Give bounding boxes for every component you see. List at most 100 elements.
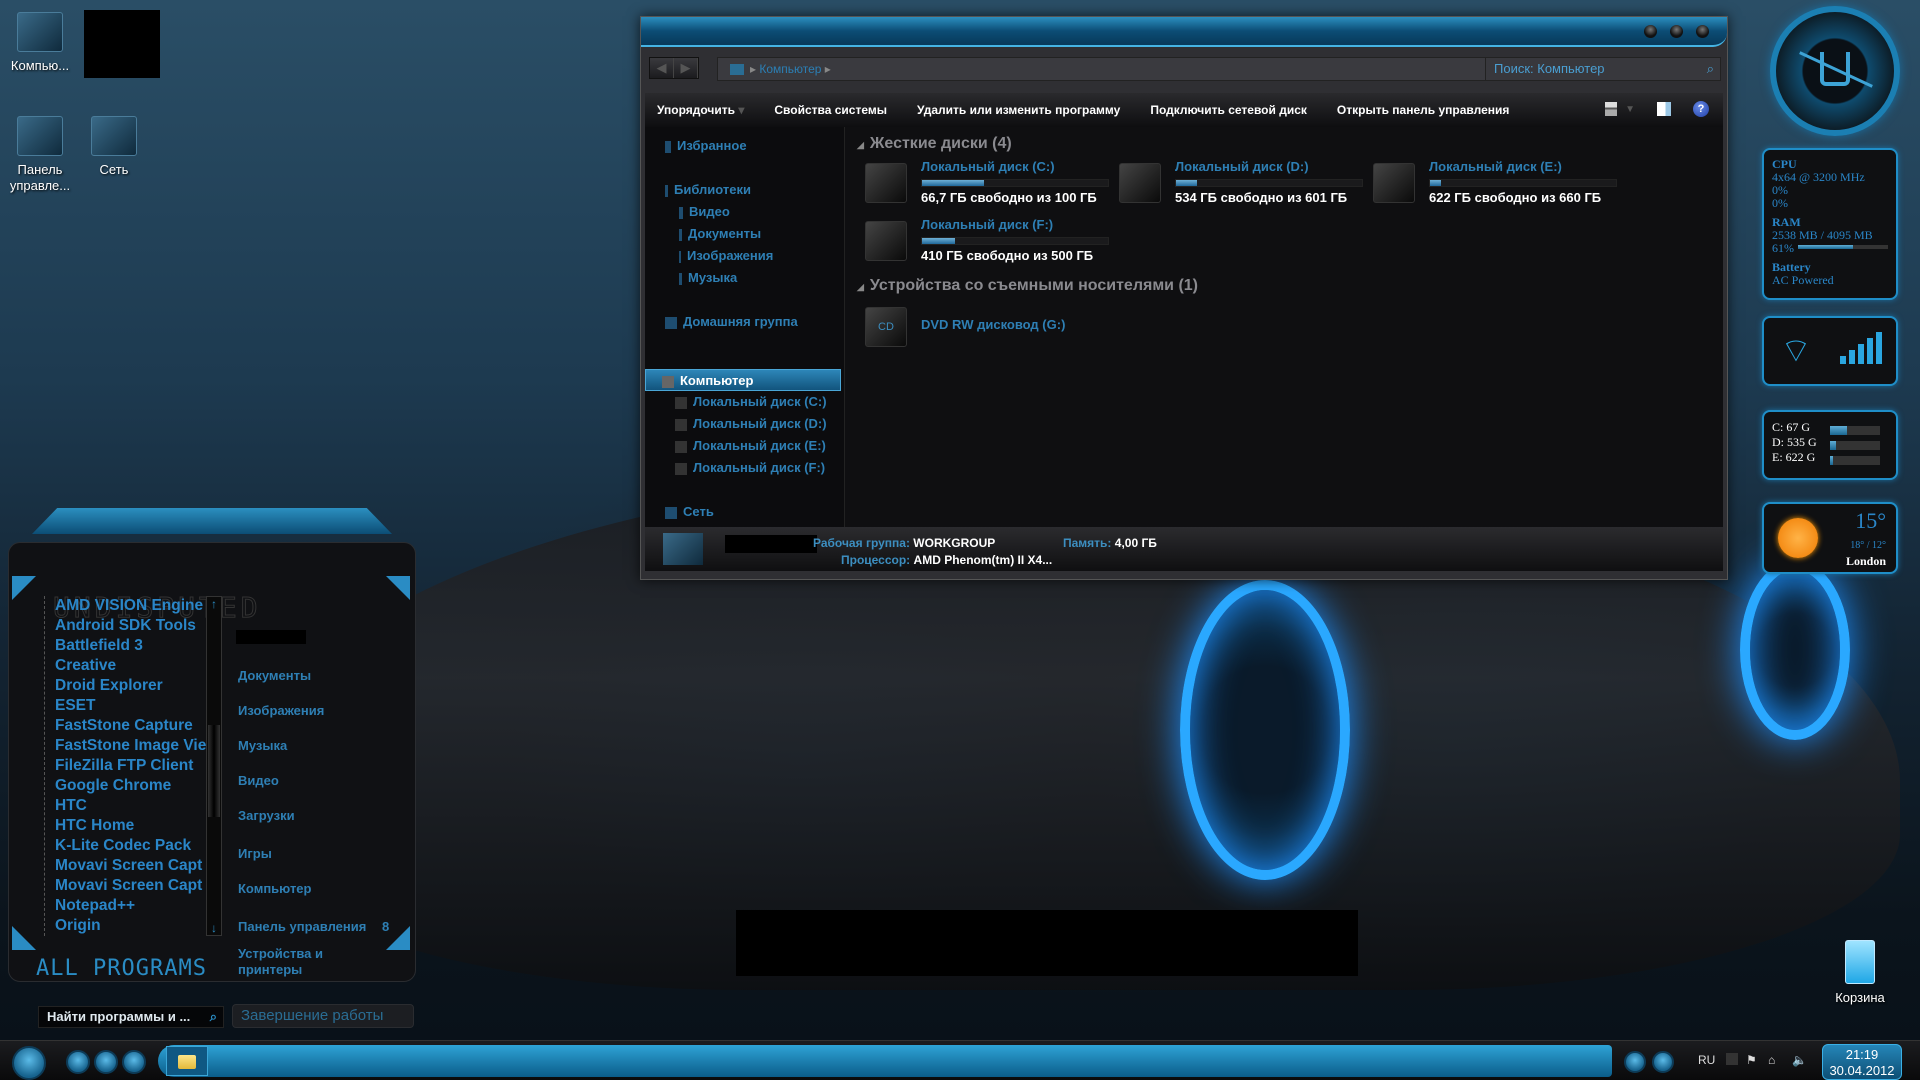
- scrollbar-thumb[interactable]: [208, 725, 220, 817]
- network-tray-icon[interactable]: ⌂: [1768, 1053, 1775, 1067]
- program-list-scrollbar[interactable]: ↑ ↓: [206, 596, 222, 936]
- nav-libraries[interactable]: Библиотеки: [645, 179, 841, 201]
- signal-strength-icon: [1840, 332, 1882, 364]
- desktop-icon-computer[interactable]: Компью...: [0, 12, 80, 73]
- close-button[interactable]: [1696, 25, 1709, 38]
- link-control-panel[interactable]: Панель управления 8: [238, 919, 389, 934]
- drive-e[interactable]: Локальный диск (E:) 622 ГБ свободно из 6…: [1373, 159, 1623, 215]
- address-bar[interactable]: ▸ Компьютер ▸ ▾ ⟳: [717, 57, 1537, 81]
- quick-launch-button[interactable]: [94, 1050, 118, 1074]
- chevron-down-icon[interactable]: ▼: [1625, 104, 1635, 115]
- nav-library-video[interactable]: Видео: [645, 201, 841, 223]
- star-icon: [665, 140, 671, 153]
- link-downloads[interactable]: Загрузки: [238, 808, 295, 823]
- program-item[interactable]: Origin: [55, 916, 214, 936]
- forward-button[interactable]: ▶: [674, 58, 698, 78]
- title-bar[interactable]: [641, 17, 1727, 47]
- drive-d[interactable]: Локальный диск (D:) 534 ГБ свободно из 6…: [1119, 159, 1369, 215]
- program-item[interactable]: FastStone Image Vie: [55, 736, 214, 756]
- program-item[interactable]: K-Lite Codec Pack: [55, 836, 214, 856]
- taskbar-explorer-button[interactable]: [166, 1046, 208, 1076]
- quick-launch-button[interactable]: [122, 1050, 146, 1074]
- wifi-gadget[interactable]: ⌔: [1762, 316, 1898, 386]
- link-games[interactable]: Игры: [238, 846, 272, 861]
- tray-button[interactable]: [1624, 1051, 1646, 1073]
- quick-launch-button[interactable]: [66, 1050, 90, 1074]
- nav-favorites[interactable]: Избранное: [645, 135, 841, 157]
- start-search-input[interactable]: Найти программы и ... ⌕: [38, 1006, 224, 1028]
- library-icon: [665, 184, 668, 197]
- preview-pane-icon[interactable]: [1657, 102, 1671, 116]
- link-computer[interactable]: Компьютер: [238, 881, 311, 896]
- desktop-icon-recycle-bin[interactable]: Корзина: [1820, 940, 1900, 1005]
- uninstall-program-button[interactable]: Удалить или изменить программу: [917, 103, 1120, 117]
- desktop-icon-network[interactable]: Сеть: [74, 116, 154, 177]
- map-network-drive-button[interactable]: Подключить сетевой диск: [1150, 103, 1307, 117]
- scroll-up-arrow-icon[interactable]: ↑: [207, 597, 221, 611]
- nav-library-images[interactable]: Изображения: [645, 245, 841, 267]
- nav-drive-d[interactable]: Локальный диск (D:): [645, 413, 841, 435]
- jump-list-badge: 8: [381, 919, 390, 934]
- program-item[interactable]: Movavi Screen Capt: [55, 876, 214, 896]
- program-item[interactable]: Battlefield 3: [55, 636, 214, 656]
- system-monitor-gadget[interactable]: CPU 4x64 @ 3200 MHz 0% 0% RAM 2538 MB / …: [1762, 148, 1898, 300]
- program-item[interactable]: HTC Home: [55, 816, 214, 836]
- nav-computer[interactable]: Компьютер: [645, 369, 841, 391]
- group-hard-disks[interactable]: ◢ Жесткие диски (4): [857, 135, 1012, 153]
- maximize-button[interactable]: [1670, 25, 1683, 38]
- explorer-window: ◀ ▶ ▸ Компьютер ▸ ▾ ⟳ Поиск: Компьютер ⌕…: [640, 16, 1728, 580]
- organize-button[interactable]: Упорядочить ▾: [657, 103, 744, 117]
- shutdown-button[interactable]: Завершение работы: [232, 1004, 414, 1028]
- link-images[interactable]: Изображения: [238, 703, 324, 718]
- nav-library-music[interactable]: Музыка: [645, 267, 841, 289]
- minimize-button[interactable]: [1644, 25, 1657, 38]
- desktop-icon-control-panel[interactable]: Панель управле...: [0, 116, 80, 194]
- weather-gadget[interactable]: 15° 18° / 12° London: [1762, 502, 1898, 574]
- dvd-icon: CD: [865, 307, 907, 347]
- nav-library-documents[interactable]: Документы: [645, 223, 841, 245]
- link-documents[interactable]: Документы: [238, 668, 311, 683]
- disk-bar-c: [1830, 426, 1880, 435]
- nav-homegroup[interactable]: Домашняя группа: [645, 311, 841, 333]
- link-music[interactable]: Музыка: [238, 738, 287, 753]
- program-item[interactable]: AMD VISION Engine: [55, 596, 214, 616]
- open-control-panel-button[interactable]: Открыть панель управления: [1337, 103, 1509, 117]
- dvd-drive[interactable]: CD DVD RW дисковод (G:): [865, 303, 1115, 359]
- help-icon[interactable]: ?: [1693, 101, 1709, 117]
- drive-space-gadget[interactable]: C: 67 G D: 535 G E: 622 G: [1762, 410, 1898, 480]
- tray-button[interactable]: [1652, 1051, 1674, 1073]
- nav-network[interactable]: Сеть: [645, 501, 841, 523]
- taskbar-clock[interactable]: 21:19 30.04.2012: [1822, 1044, 1902, 1080]
- tray-hidden-icon[interactable]: [1726, 1053, 1738, 1065]
- all-programs-button[interactable]: ALL PROGRAMS: [36, 956, 207, 981]
- system-properties-button[interactable]: Свойства системы: [774, 103, 887, 117]
- program-item[interactable]: Android SDK Tools: [55, 616, 214, 636]
- start-button[interactable]: [12, 1046, 46, 1080]
- action-center-flag-icon[interactable]: ⚑: [1746, 1053, 1757, 1067]
- view-options-icon[interactable]: [1605, 102, 1618, 116]
- nav-drive-f[interactable]: Локальный диск (F:): [645, 457, 841, 479]
- program-item[interactable]: ESET: [55, 696, 214, 716]
- search-input[interactable]: Поиск: Компьютер ⌕: [1485, 57, 1721, 81]
- language-indicator[interactable]: RU: [1698, 1053, 1715, 1067]
- nav-drive-e[interactable]: Локальный диск (E:): [645, 435, 841, 457]
- volume-icon[interactable]: 🔈: [1792, 1053, 1807, 1067]
- link-video[interactable]: Видео: [238, 773, 279, 788]
- program-item[interactable]: HTC: [55, 796, 214, 816]
- drive-f[interactable]: Локальный диск (F:) 410 ГБ свободно из 5…: [865, 217, 1115, 273]
- clock-gadget[interactable]: [1770, 6, 1900, 136]
- nav-drive-c[interactable]: Локальный диск (C:): [645, 391, 841, 413]
- program-item[interactable]: FileZilla FTP Client: [55, 756, 214, 776]
- program-item[interactable]: Movavi Screen Capt: [55, 856, 214, 876]
- breadcrumb-computer[interactable]: Компьютер: [759, 62, 821, 76]
- drive-c[interactable]: Локальный диск (C:) 66,7 ГБ свободно из …: [865, 159, 1115, 215]
- link-devices-printers[interactable]: Устройства и принтеры: [238, 946, 338, 978]
- program-item[interactable]: Notepad++: [55, 896, 214, 916]
- scroll-down-arrow-icon[interactable]: ↓: [207, 921, 221, 935]
- program-item[interactable]: Droid Explorer: [55, 676, 214, 696]
- program-item[interactable]: FastStone Capture: [55, 716, 214, 736]
- back-button[interactable]: ◀: [650, 58, 674, 78]
- program-item[interactable]: Google Chrome: [55, 776, 214, 796]
- group-removable[interactable]: ◢ Устройства со съемными носителями (1): [857, 277, 1198, 295]
- program-item[interactable]: Creative: [55, 656, 214, 676]
